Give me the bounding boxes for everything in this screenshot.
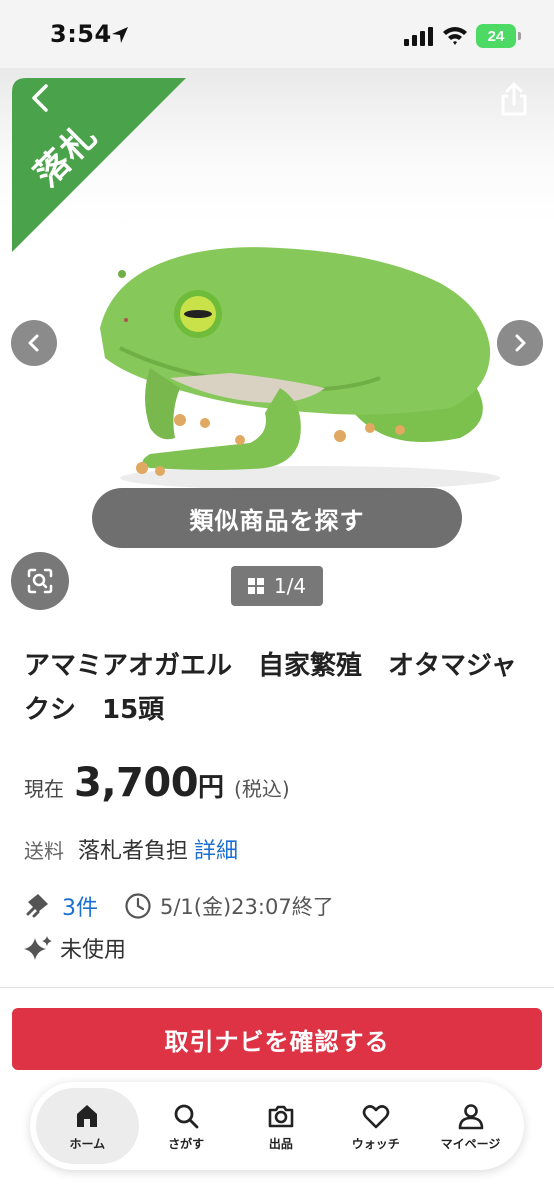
nav-mypage[interactable]: マイページ (423, 1088, 518, 1164)
search-icon (174, 1104, 199, 1128)
gavel-icon (26, 894, 48, 918)
nav-mypage-label: マイページ (440, 1136, 501, 1151)
back-chevron-icon[interactable] (26, 80, 56, 116)
share-icon[interactable] (498, 78, 530, 118)
nav-search-label: さがす (168, 1136, 205, 1151)
clock-icon (125, 893, 151, 919)
status-time: 3:54 (50, 20, 112, 48)
home-icon (77, 1104, 98, 1127)
shipping-row: 送料 落札者負担 詳細 (24, 833, 238, 865)
battery-icon: 24 (476, 24, 521, 48)
tax-note: (税込) (234, 777, 290, 801)
nav-home[interactable]: ホーム (36, 1088, 139, 1164)
battery-level: 24 (487, 27, 505, 45)
nav-home-label: ホーム (69, 1136, 106, 1151)
nav-sell-label: 出品 (268, 1136, 293, 1151)
nav-search[interactable]: さがす (139, 1088, 234, 1164)
nav-watch-label: ウォッチ (351, 1136, 400, 1151)
cellular-signal-icon (404, 27, 433, 46)
status-bar: 3:54 24 (0, 0, 554, 68)
nav-watch[interactable]: ウォッチ (328, 1088, 423, 1164)
chevron-right-icon (515, 334, 526, 352)
shipping-details-link[interactable]: 詳細 (194, 833, 238, 865)
product-image-carousel[interactable]: 落札 類似商品を探す 1/4 (0, 68, 554, 620)
image-search-icon (27, 568, 53, 594)
frog-photo (100, 247, 500, 490)
shipping-value: 落札者負担 (78, 839, 189, 864)
condition-value: 未使用 (60, 938, 127, 963)
bottom-navigation: ホーム さがす 出品 ウォッチ マイページ (30, 1082, 524, 1170)
chevron-left-icon (28, 334, 39, 352)
bid-count-link[interactable]: 3件 (62, 890, 98, 922)
location-arrow-icon (112, 27, 128, 43)
previous-image-button[interactable] (11, 320, 57, 366)
check-transaction-navi-button[interactable]: 取引ナビを確認する (12, 1008, 542, 1070)
condition-row: 未使用 (24, 932, 126, 964)
divider (0, 987, 554, 988)
item-title: アマミアオガエル 自家繁殖 オタマジャクシ 15頭 (24, 651, 517, 725)
price-value: 3,700 (74, 760, 199, 806)
price-unit: 円 (198, 773, 225, 803)
image-page-counter[interactable]: 1/4 (231, 566, 323, 606)
next-image-button[interactable] (497, 320, 543, 366)
auction-meta-row: 3件 5/1(金)23:07終了 (24, 890, 334, 922)
nav-sell[interactable]: 出品 (234, 1088, 329, 1164)
shipping-label: 送料 (24, 838, 64, 863)
find-similar-button[interactable]: 類似商品を探す (92, 488, 462, 548)
wifi-icon (443, 27, 467, 45)
grid-icon (247, 578, 264, 594)
camera-icon (268, 1105, 294, 1127)
image-search-button[interactable] (11, 552, 69, 610)
end-time: 5/1(金)23:07終了 (160, 895, 334, 919)
price-row: 現在 3,700 円 (税込) (24, 760, 290, 806)
sparkle-icon (24, 936, 52, 960)
heart-icon (362, 1104, 390, 1128)
person-icon (458, 1103, 483, 1129)
price-label: 現在 (24, 777, 64, 801)
page-counter-text: 1/4 (273, 574, 307, 598)
